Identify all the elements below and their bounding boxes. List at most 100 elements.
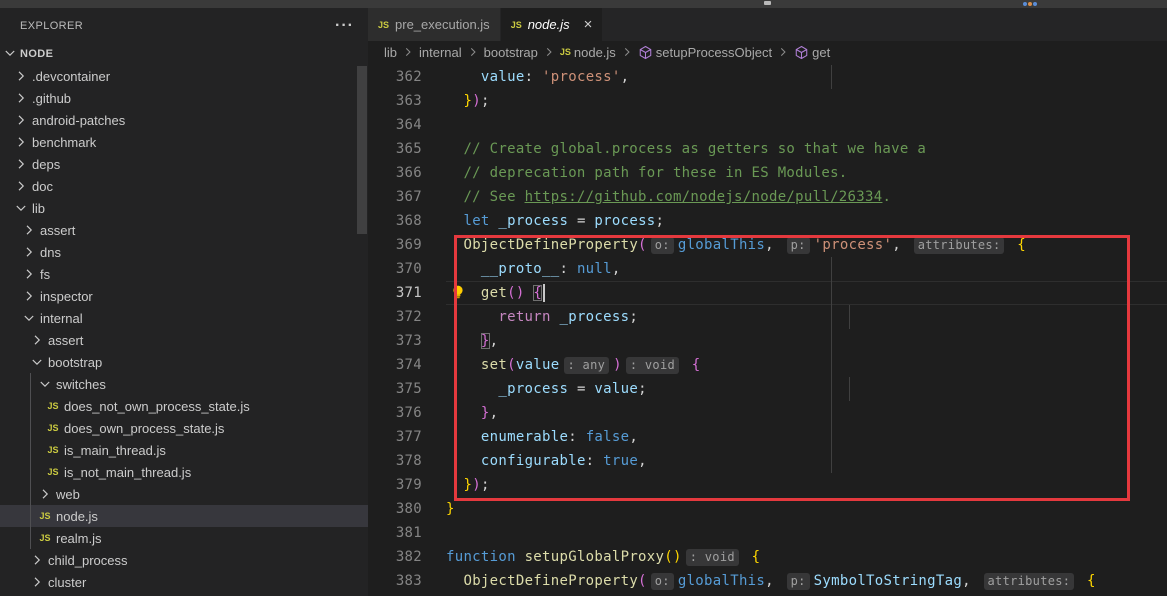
code-token: 'process' [814, 237, 893, 253]
line-content: let _process = process; [446, 209, 664, 233]
tree-item-child-process[interactable]: child_process [0, 549, 368, 571]
tree-item-fs[interactable]: fs [0, 263, 368, 285]
code-token [446, 333, 481, 349]
code-line-378[interactable]: 378 configurable: true, [368, 449, 1167, 473]
code-token: configurable [481, 453, 586, 469]
code-token: } [463, 477, 472, 493]
breadcrumb-item-lib[interactable]: lib [384, 45, 397, 60]
code-line-374[interactable]: 374 set(value: any): void { [368, 353, 1167, 377]
editor-group: JSpre_execution.jsJSnode.js× libinternal… [368, 8, 1167, 596]
code-line-375[interactable]: 375 _process = value; [368, 377, 1167, 401]
breadcrumb-item-internal[interactable]: internal [419, 45, 462, 60]
line-number: 383 [368, 569, 422, 593]
tree-item-web[interactable]: web [0, 483, 368, 505]
chevron-right-icon [401, 45, 415, 59]
code-editor[interactable]: 362 value: 'process',363 });364365 // Cr… [368, 63, 1167, 596]
js-file-icon: JS [44, 467, 62, 477]
code-line-376[interactable]: 376 }, [368, 401, 1167, 425]
tree-item-doc[interactable]: doc [0, 175, 368, 197]
breadcrumb: lib internal bootstrap JSnode.js setupProces… [368, 41, 1167, 63]
code-line-377[interactable]: 377 enumerable: false, [368, 425, 1167, 449]
tree-item--github[interactable]: .github [0, 87, 368, 109]
breadcrumb-item-bootstrap[interactable]: bootstrap [484, 45, 538, 60]
glyph-margin [422, 497, 446, 521]
code-token [683, 357, 692, 373]
section-header-node[interactable]: NODE [0, 43, 368, 65]
inlay-hint: : void [626, 357, 679, 374]
tree-item-android-patches[interactable]: android-patches [0, 109, 368, 131]
code-token: () [664, 549, 681, 565]
sidebar-scrollbar[interactable] [357, 66, 367, 234]
code-line-364[interactable]: 364 [368, 113, 1167, 137]
close-icon[interactable]: × [584, 17, 593, 32]
tree-item-assert[interactable]: assert [0, 219, 368, 241]
code-token: () [507, 285, 524, 301]
breadcrumb-item-get[interactable]: get [794, 45, 830, 60]
glyph-margin [422, 449, 446, 473]
code-line-373[interactable]: 373 }, [368, 329, 1167, 353]
tree-item-bootstrap[interactable]: bootstrap [0, 351, 368, 373]
chevron-right-icon [20, 288, 38, 304]
code-line-368[interactable]: 368 let _process = process; [368, 209, 1167, 233]
code-line-366[interactable]: 366 // deprecation path for these in ES … [368, 161, 1167, 185]
code-token: ; [638, 381, 647, 397]
code-token: false [586, 429, 630, 445]
chevron-right-icon [12, 112, 30, 128]
chevron-down-icon [20, 310, 38, 326]
tab-pre-execution-js[interactable]: JSpre_execution.js [368, 8, 500, 41]
code-line-379[interactable]: 379 }); [368, 473, 1167, 497]
tree-item-assert[interactable]: assert [0, 329, 368, 351]
code-line-382[interactable]: 382function setupGlobalProxy(): void { [368, 545, 1167, 569]
line-content: }); [446, 89, 490, 113]
tree-item-is-main-thread-js[interactable]: JSis_main_thread.js [0, 439, 368, 461]
tree-item-does-own-process-state-js[interactable]: JSdoes_own_process_state.js [0, 417, 368, 439]
code-token: , [612, 261, 621, 277]
code-token: enumerable [481, 429, 568, 445]
code-line-383[interactable]: 383 ObjectDefineProperty(o:globalThis, p… [368, 569, 1167, 593]
breadcrumb-item-node-js[interactable]: JSnode.js [560, 45, 616, 60]
code-token: { [692, 357, 701, 373]
tree-item-node-js[interactable]: JSnode.js [0, 505, 368, 527]
code-token: ; [629, 309, 638, 325]
tree-item-cluster[interactable]: cluster [0, 571, 368, 593]
tree-item-does-not-own-process-state-js[interactable]: JSdoes_not_own_process_state.js [0, 395, 368, 417]
chevron-down-icon [2, 45, 18, 64]
code-token: set [481, 357, 507, 373]
line-content: configurable: true, [446, 449, 647, 473]
code-line-365[interactable]: 365 // Create global.process as getters … [368, 137, 1167, 161]
more-actions-button[interactable]: ··· [335, 22, 354, 30]
lightbulb-icon[interactable] [450, 284, 466, 304]
tree-item-benchmark[interactable]: benchmark [0, 131, 368, 153]
tree-item-label: does_own_process_state.js [64, 421, 224, 436]
tree-item-realm-js[interactable]: JSrealm.js [0, 527, 368, 549]
code-line-371[interactable]: 371 get() { [368, 281, 1167, 305]
tree-item-label: bootstrap [48, 355, 102, 370]
code-token: // See [446, 189, 525, 205]
tree-item-is-not-main-thread-js[interactable]: JSis_not_main_thread.js [0, 461, 368, 483]
code-line-362[interactable]: 362 value: 'process', [368, 65, 1167, 89]
code-line-372[interactable]: 372 return _process; [368, 305, 1167, 329]
tree-item-switches[interactable]: switches [0, 373, 368, 395]
code-token: , [962, 573, 979, 589]
line-number: 364 [368, 113, 422, 137]
breadcrumb-item-setupprocessobject[interactable]: setupProcessObject [638, 45, 772, 60]
line-number: 366 [368, 161, 422, 185]
code-line-363[interactable]: 363 }); [368, 89, 1167, 113]
code-line-380[interactable]: 380} [368, 497, 1167, 521]
tree-item-lib[interactable]: lib [0, 197, 368, 219]
inlay-hint: attributes: [914, 237, 1005, 254]
line-content: function setupGlobalProxy(): void { [446, 545, 760, 569]
glyph-margin [422, 233, 446, 257]
tree-item-label: node.js [56, 509, 98, 524]
code-line-367[interactable]: 367 // See https://github.com/nodejs/nod… [368, 185, 1167, 209]
tree-item--devcontainer[interactable]: .devcontainer [0, 65, 368, 87]
tab-node-js[interactable]: JSnode.js× [501, 8, 603, 41]
tree-item-internal[interactable]: internal [0, 307, 368, 329]
tree-item-dns[interactable]: dns [0, 241, 368, 263]
tree-item-deps[interactable]: deps [0, 153, 368, 175]
code-line-369[interactable]: 369 ObjectDefineProperty(o:globalThis, p… [368, 233, 1167, 257]
code-line-370[interactable]: 370 __proto__: null, [368, 257, 1167, 281]
code-line-381[interactable]: 381 [368, 521, 1167, 545]
line-number: 369 [368, 233, 422, 257]
tree-item-inspector[interactable]: inspector [0, 285, 368, 307]
